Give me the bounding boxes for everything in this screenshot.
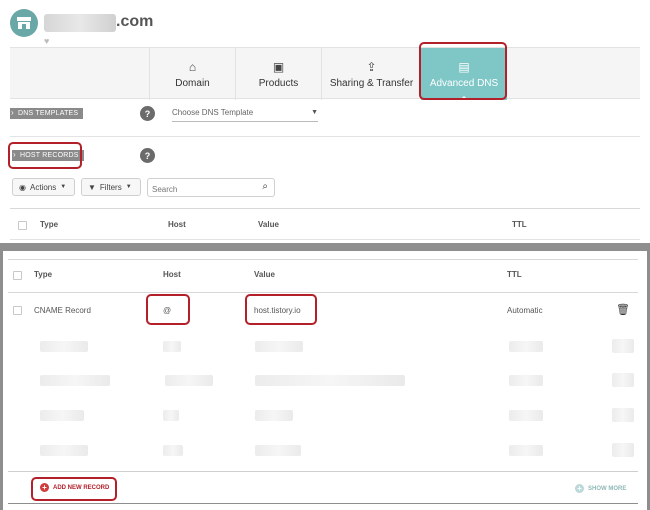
share-icon: ⇪ [366, 59, 377, 74]
divider [8, 503, 638, 504]
tab-label: Sharing & Transfer [329, 77, 414, 89]
column-header-value: Value [258, 220, 279, 229]
domain-suffix: .com [116, 13, 154, 30]
redacted-cell [255, 341, 303, 352]
help-icon[interactable]: ? [140, 106, 155, 121]
column-header-host: Host [163, 270, 181, 279]
divider [10, 239, 640, 240]
actions-button[interactable]: ◉ Actions ▼ [12, 178, 75, 196]
divider [10, 136, 640, 137]
tab-label: Domain [175, 77, 210, 89]
dns-template-value: Choose DNS Template [172, 108, 254, 117]
funnel-icon: ▼ [88, 182, 96, 192]
redacted-cell [255, 375, 405, 386]
dns-templates-label: DNS TEMPLATES [10, 108, 84, 119]
caret-down-icon: ▼ [60, 184, 67, 190]
trash-icon[interactable]: 🗑 [616, 303, 630, 316]
search-box[interactable]: ⌕ [147, 178, 275, 198]
actions-label: Actions [29, 182, 57, 192]
redacted-cell [612, 443, 634, 457]
store-icon [10, 9, 38, 37]
column-header-value: Value [254, 270, 275, 279]
chevron-down-icon: ▼ [311, 109, 318, 116]
plus-icon: + [40, 483, 49, 492]
divider [8, 259, 638, 260]
redacted-cell [40, 375, 110, 386]
search-input[interactable] [148, 181, 248, 198]
filters-button[interactable]: ▼ Filters ▼ [81, 178, 141, 196]
redacted-cell [163, 341, 181, 352]
tab-domain[interactable]: ⌂ Domain [149, 48, 235, 100]
divider [10, 208, 640, 209]
help-icon[interactable]: ? [140, 148, 155, 163]
redacted-cell [612, 339, 634, 353]
tab-label: Advanced DNS [429, 77, 499, 89]
add-new-record-button[interactable]: + ADD NEW RECORD [40, 483, 109, 492]
play-circle-icon: ◉ [19, 182, 26, 192]
caret-down-icon: ▼ [125, 184, 132, 190]
redacted-cell [165, 375, 213, 386]
redacted-cell [40, 445, 88, 456]
search-icon[interactable]: ⌕ [262, 181, 268, 192]
divider [8, 471, 638, 472]
server-icon: ▤ [458, 59, 470, 74]
screenshot-separator [0, 243, 650, 251]
show-more-button[interactable]: + SHOW MORE [575, 484, 626, 493]
record-ttl[interactable]: Automatic [507, 306, 543, 315]
redacted-cell [612, 408, 634, 422]
tab-products[interactable]: ▣ Products [235, 48, 321, 100]
home-icon: ⌂ [188, 59, 197, 74]
add-record-label: ADD NEW RECORD [53, 484, 110, 491]
column-header-type: Type [34, 270, 53, 279]
redacted-cell [509, 410, 543, 421]
dns-template-select[interactable]: Choose DNS Template ▼ [172, 106, 318, 122]
column-header-ttl: TTL [507, 270, 522, 279]
filters-label: Filters [99, 182, 122, 192]
tab-advanced-dns[interactable]: ▤ Advanced DNS [421, 48, 507, 101]
plus-icon: + [575, 484, 584, 493]
domain-name-redacted [44, 14, 116, 32]
redacted-cell [255, 410, 293, 421]
redacted-cell [40, 341, 88, 352]
redacted-cell [509, 375, 543, 386]
heart-icon[interactable]: ♥ [44, 36, 49, 46]
redacted-cell [255, 445, 301, 456]
box-icon: ▣ [272, 59, 285, 74]
tab-sharing-transfer[interactable]: ⇪ Sharing & Transfer [321, 48, 421, 100]
column-header-host: Host [168, 220, 186, 229]
column-header-ttl: TTL [512, 220, 527, 229]
select-all-checkbox[interactable] [13, 271, 22, 280]
redacted-cell [509, 341, 543, 352]
row-checkbox[interactable] [13, 306, 22, 315]
select-all-checkbox[interactable] [18, 221, 27, 230]
show-more-label: SHOW MORE [588, 485, 627, 492]
tab-bar: ⌂ Domain ▣ Products ⇪ Sharing & Transfer… [10, 47, 640, 101]
record-host[interactable]: @ [163, 306, 171, 315]
redacted-cell [509, 445, 543, 456]
record-type: CNAME Record [34, 306, 91, 315]
column-header-type: Type [40, 220, 59, 229]
tab-label: Products [258, 77, 299, 89]
redacted-cell [40, 410, 84, 421]
redacted-cell [612, 373, 634, 387]
divider [8, 292, 638, 293]
redacted-cell [163, 445, 183, 456]
host-records-label: HOST RECORDS [12, 150, 84, 161]
redacted-cell [163, 410, 179, 421]
record-value[interactable]: host.tistory.io [254, 306, 301, 315]
